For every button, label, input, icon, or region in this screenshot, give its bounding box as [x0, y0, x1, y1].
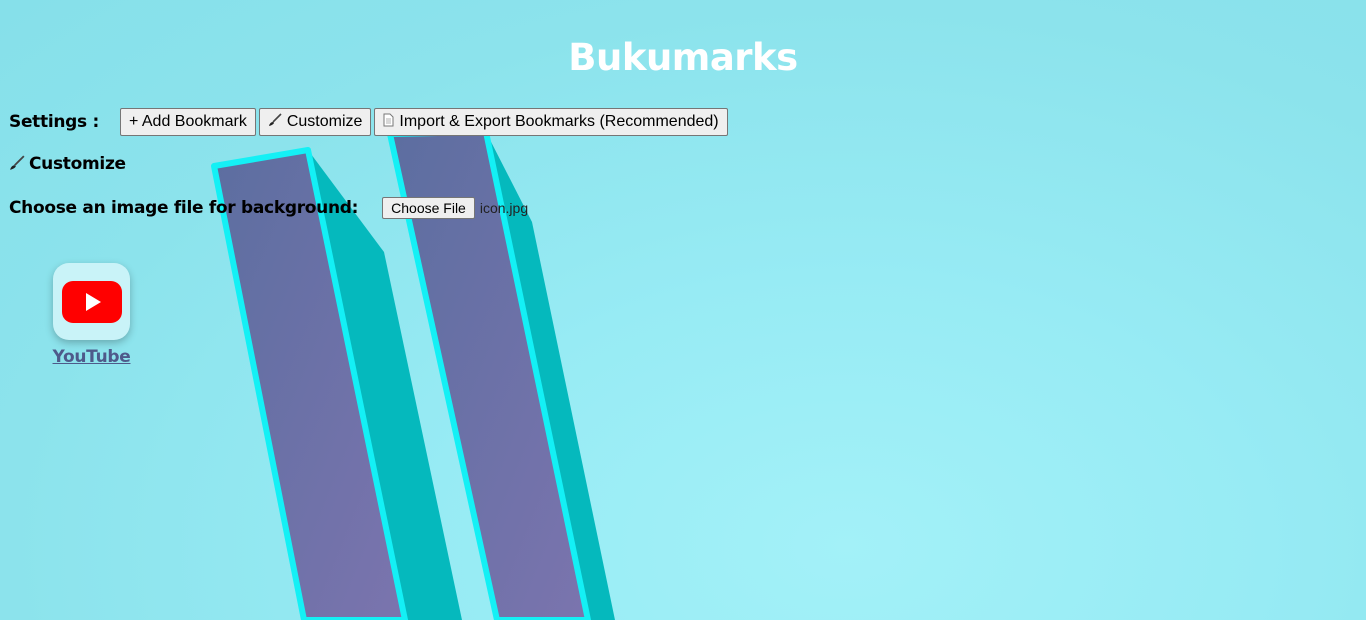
customize-button[interactable]: Customize	[258, 107, 372, 136]
document-icon	[383, 113, 394, 130]
add-bookmark-label: + Add Bookmark	[128, 112, 247, 130]
background-file-label: Choose an image file for background:	[9, 198, 359, 218]
import-export-button[interactable]: Import & Export Bookmarks (Recommended)	[374, 107, 728, 136]
import-export-label: Import & Export Bookmarks (Recommended)	[399, 112, 719, 130]
youtube-icon[interactable]	[53, 263, 130, 340]
selected-file-name: icon.jpg	[479, 200, 529, 216]
bookmark-label[interactable]: YouTube	[43, 347, 140, 367]
customize-heading-text: Customize	[29, 154, 126, 174]
page-title: Bukumarks	[568, 36, 798, 79]
add-bookmark-button[interactable]: + Add Bookmark	[119, 107, 256, 136]
settings-label: Settings :	[9, 111, 99, 132]
settings-bar: Settings : + Add Bookmark Customize Impo…	[9, 107, 731, 136]
background-image	[211, 129, 615, 620]
bookmark-youtube[interactable]: YouTube	[53, 263, 131, 367]
background-file-row: Choose an image file for background: Cho…	[9, 196, 528, 220]
brush-icon	[268, 113, 282, 130]
brush-icon	[9, 154, 25, 174]
customize-section-heading: Customize	[9, 154, 126, 174]
choose-file-button[interactable]: Choose File	[382, 197, 475, 219]
customize-button-label: Customize	[286, 112, 363, 130]
